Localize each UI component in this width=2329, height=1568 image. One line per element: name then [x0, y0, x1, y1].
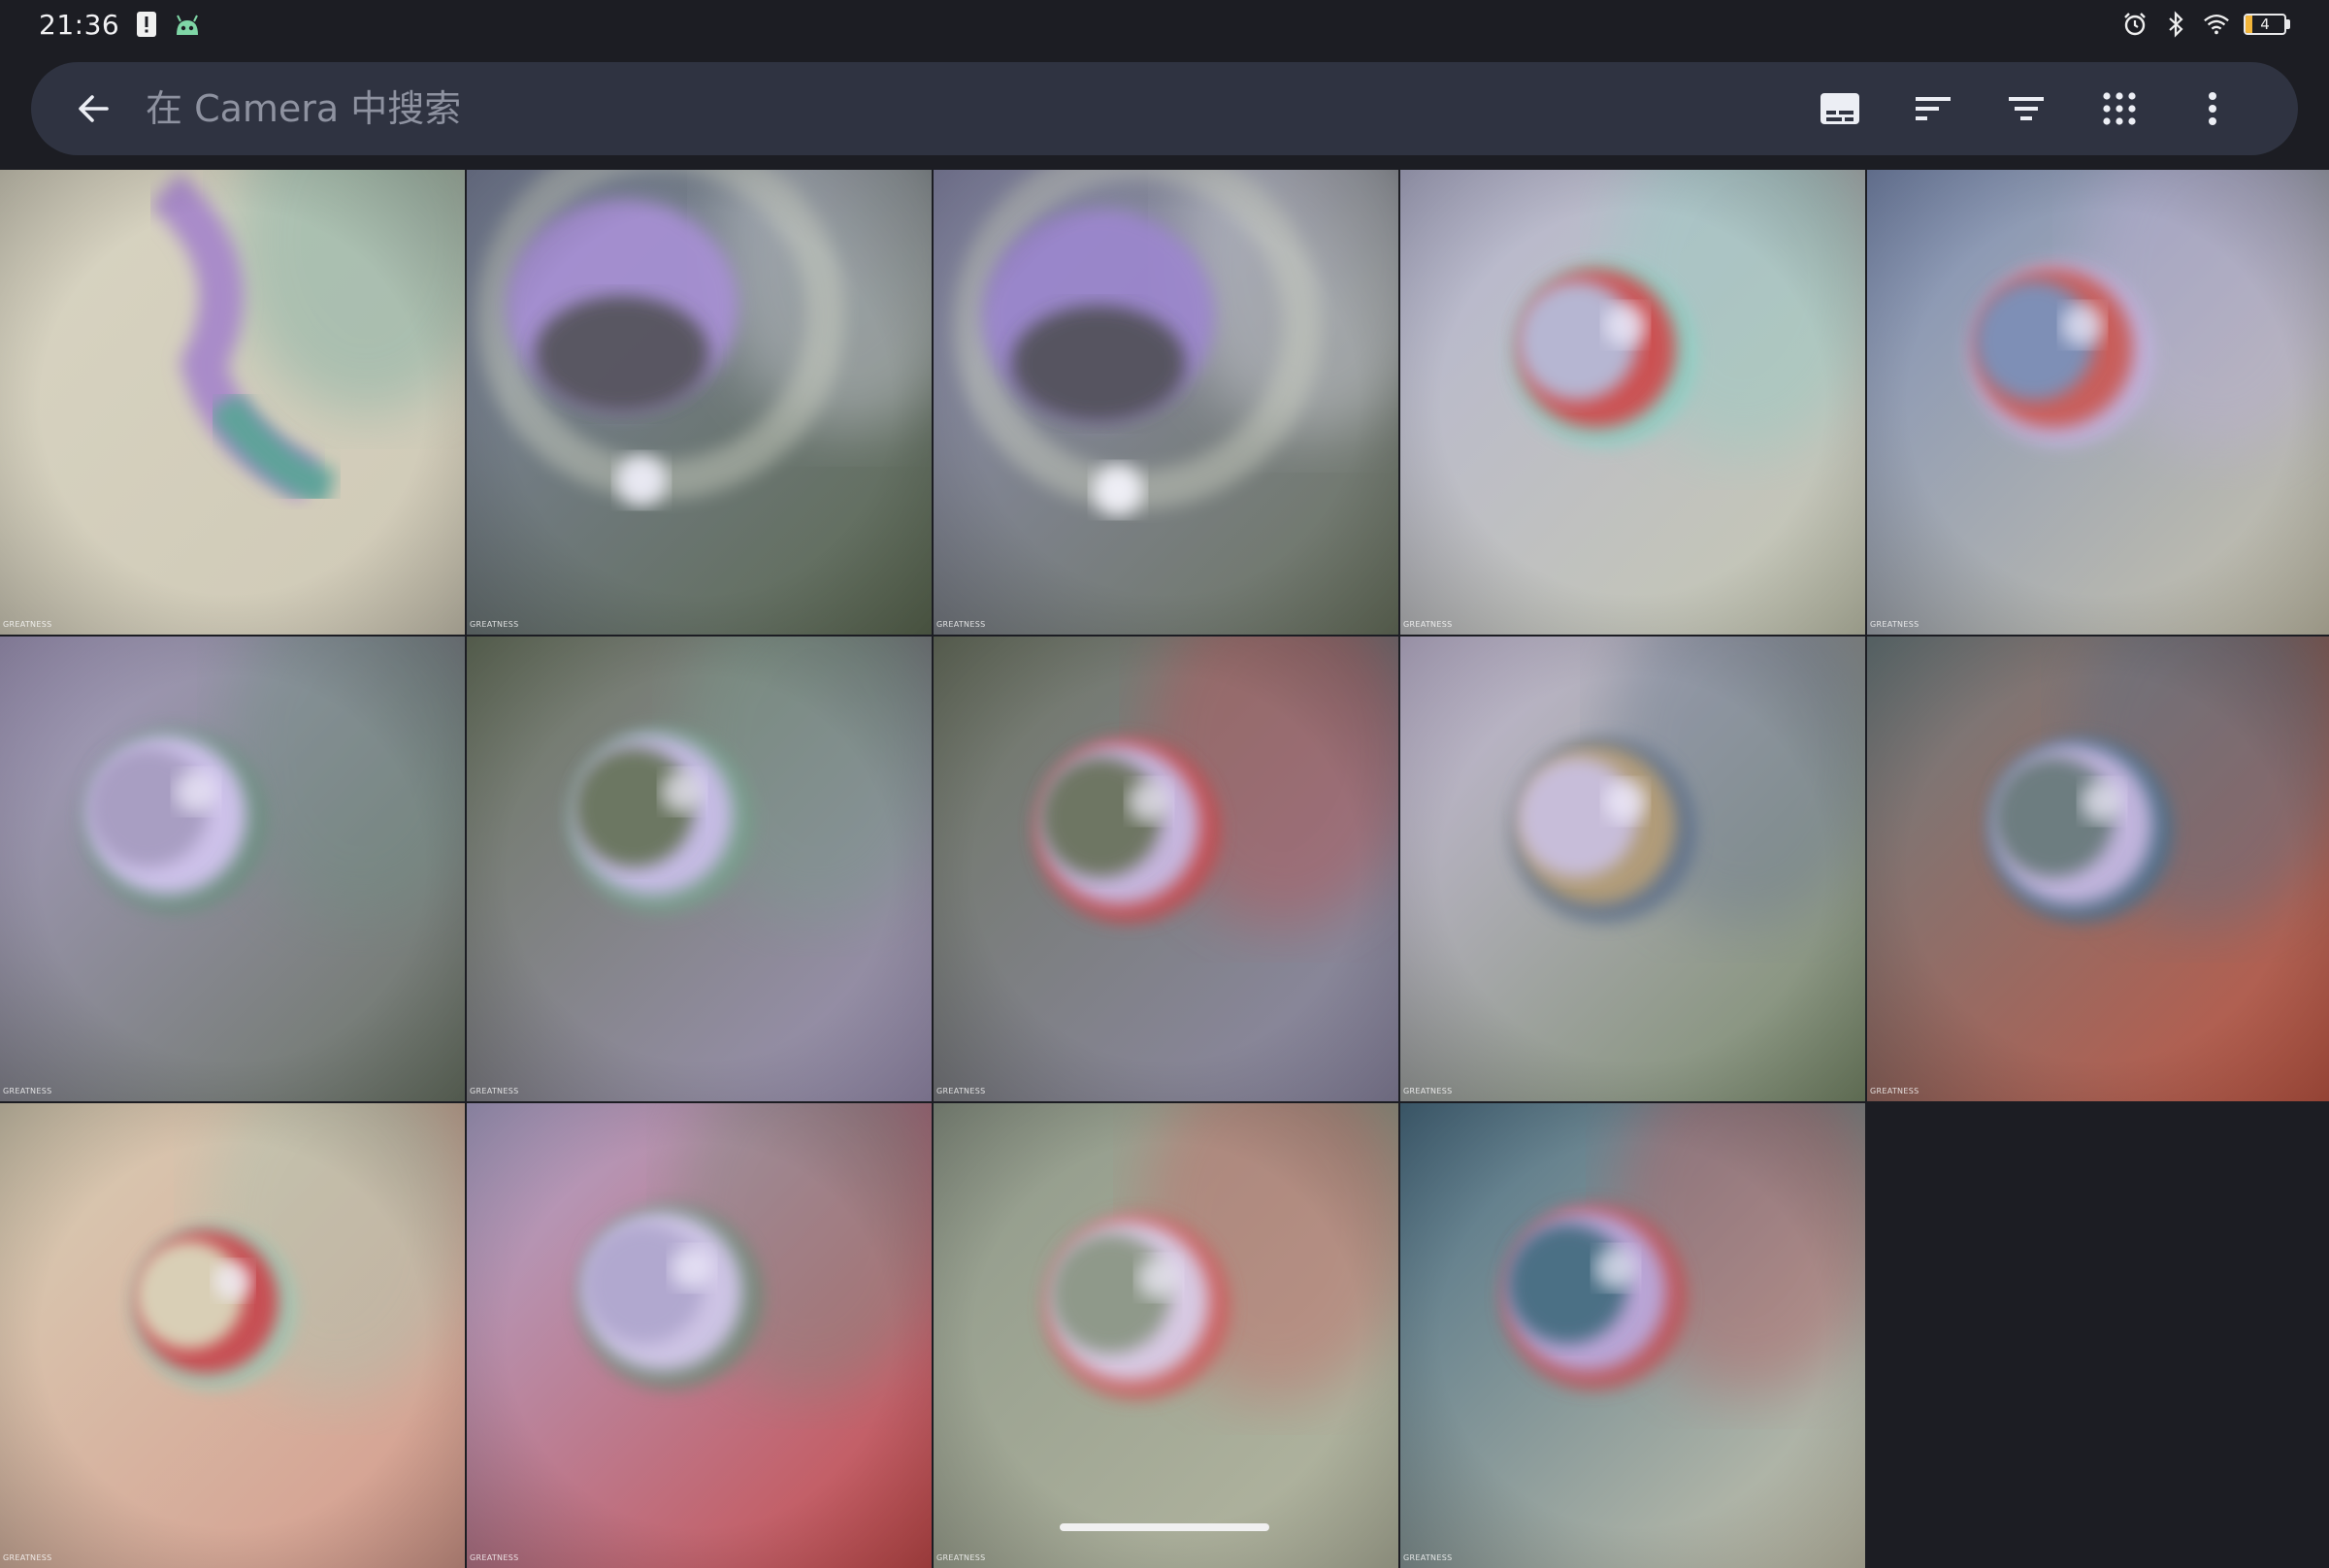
photo-image — [1867, 170, 2329, 635]
photo-watermark: GREATNESS — [470, 1087, 519, 1095]
photo-watermark: GREATNESS — [1403, 1553, 1453, 1562]
photo-watermark: GREATNESS — [936, 1087, 986, 1095]
photo-watermark: GREATNESS — [1870, 1087, 1919, 1095]
alert-icon — [133, 11, 160, 38]
photo-thumbnail[interactable]: GREATNESS — [1400, 170, 1865, 635]
photo-image — [467, 1103, 932, 1568]
photo-thumbnail[interactable]: GREATNESS — [0, 1103, 465, 1568]
photo-thumbnail[interactable]: GREATNESS — [934, 1103, 1398, 1568]
grid-view-button[interactable] — [2090, 80, 2149, 138]
sort-icon — [1916, 97, 1951, 120]
photo-grid: GREATNESS GREATNESS GREATNESS GREATNESS … — [0, 170, 2329, 1568]
search-bar — [31, 62, 2298, 155]
photo-image — [0, 637, 465, 1101]
photo-image — [1400, 637, 1865, 1101]
photo-image — [934, 637, 1398, 1101]
photo-image — [467, 637, 932, 1101]
toolbar — [1811, 80, 2242, 138]
photo-thumbnail[interactable]: GREATNESS — [934, 170, 1398, 635]
alarm-icon — [2121, 11, 2149, 38]
photo-thumbnail[interactable]: GREATNESS — [467, 637, 932, 1101]
photo-watermark: GREATNESS — [1403, 1087, 1453, 1095]
photo-thumbnail[interactable]: GREATNESS — [1400, 637, 1865, 1101]
battery-level: 4 — [2260, 16, 2270, 33]
android-robot-icon — [174, 11, 201, 38]
photo-image — [1867, 637, 2329, 1101]
search-input[interactable] — [144, 79, 1811, 139]
more-options-button[interactable] — [2183, 80, 2242, 138]
grid-view-icon — [2103, 92, 2136, 125]
photo-watermark: GREATNESS — [1403, 620, 1453, 629]
photo-watermark: GREATNESS — [3, 1553, 52, 1562]
photo-watermark: GREATNESS — [936, 620, 986, 629]
photo-thumbnail[interactable]: GREATNESS — [467, 1103, 932, 1568]
status-bar: 21:36 4 — [0, 0, 2329, 49]
wifi-icon — [2203, 11, 2230, 38]
photo-image — [0, 1103, 465, 1568]
photo-thumbnail[interactable]: GREATNESS — [0, 637, 465, 1101]
back-button[interactable] — [66, 82, 120, 136]
photo-thumbnail[interactable]: GREATNESS — [1400, 1103, 1865, 1568]
photo-thumbnail[interactable]: GREATNESS — [1867, 170, 2329, 635]
more-vertical-icon — [2209, 92, 2216, 125]
photo-watermark: GREATNESS — [470, 620, 519, 629]
status-left: 21:36 — [39, 9, 201, 41]
photo-image — [0, 170, 465, 635]
status-right: 4 — [2121, 11, 2290, 38]
photo-watermark: GREATNESS — [3, 620, 52, 629]
photo-thumbnail[interactable]: GREATNESS — [467, 170, 932, 635]
arrow-back-icon — [79, 95, 109, 122]
photo-image — [1400, 1103, 1865, 1568]
photo-thumbnail[interactable]: GREATNESS — [934, 637, 1398, 1101]
subtitles-icon — [1821, 93, 1859, 124]
photo-image — [934, 170, 1398, 635]
subtitles-button[interactable] — [1811, 80, 1869, 138]
photo-image — [934, 1103, 1398, 1568]
photo-thumbnail[interactable]: GREATNESS — [0, 170, 465, 635]
battery-indicator: 4 — [2244, 14, 2286, 35]
photo-watermark: GREATNESS — [1870, 620, 1919, 629]
photo-thumbnail[interactable]: GREATNESS — [1867, 637, 2329, 1101]
status-time: 21:36 — [39, 8, 120, 41]
photo-image — [1400, 170, 1865, 635]
gesture-nav-handle[interactable] — [1060, 1523, 1269, 1531]
sort-button[interactable] — [1904, 80, 1962, 138]
photo-watermark: GREATNESS — [470, 1553, 519, 1562]
photo-image — [467, 170, 932, 635]
photo-watermark: GREATNESS — [3, 1087, 52, 1095]
photo-watermark: GREATNESS — [936, 1553, 986, 1562]
filter-button[interactable] — [1997, 80, 2055, 138]
filter-icon — [2009, 97, 2044, 120]
bluetooth-icon — [2162, 11, 2189, 38]
